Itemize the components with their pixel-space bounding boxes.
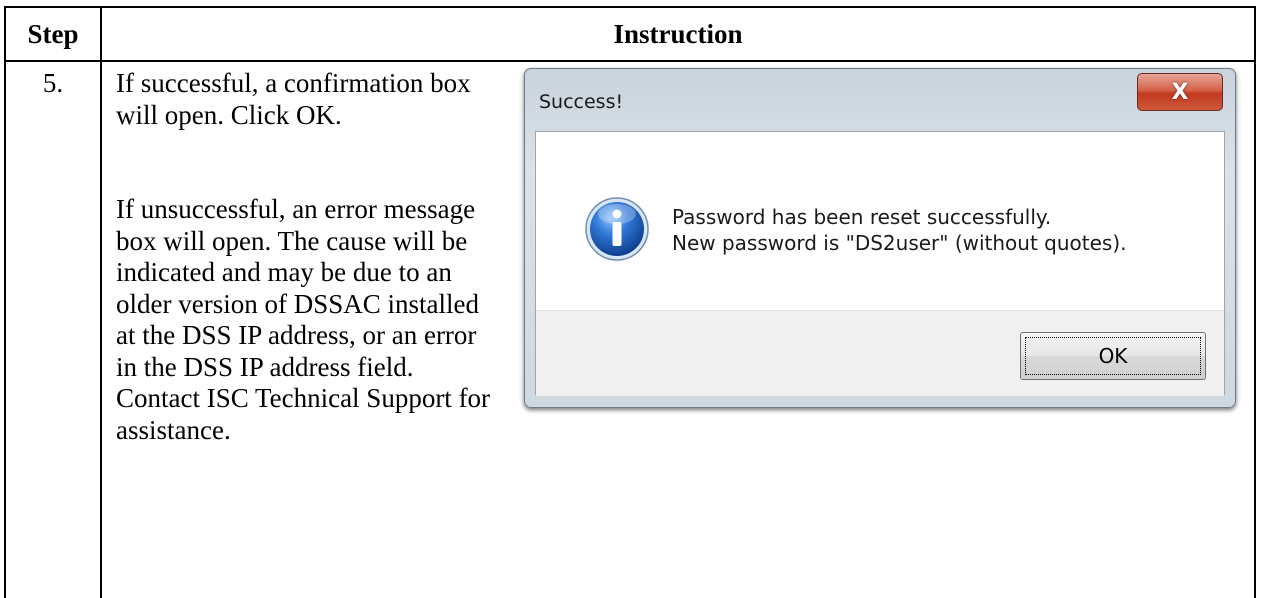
close-button[interactable]: X bbox=[1137, 73, 1223, 111]
dialog-title: Success! bbox=[539, 91, 624, 113]
message-area: Password has been reset successfully. Ne… bbox=[536, 132, 1224, 310]
message-line-2: New password is "DS2user" (without quote… bbox=[672, 231, 1127, 255]
close-icon: X bbox=[1171, 79, 1189, 105]
paragraph-success: If successful, a confirmation box will o… bbox=[116, 68, 471, 130]
message-line-1: Password has been reset successfully. bbox=[672, 205, 1052, 229]
step-number: 5. bbox=[4, 60, 102, 598]
success-dialog: Success! X Password has been reset succe… bbox=[524, 68, 1236, 408]
ok-button[interactable]: OK bbox=[1020, 332, 1206, 380]
header-step: Step bbox=[4, 6, 102, 62]
table-header-row: Step Instruction bbox=[4, 6, 1256, 62]
focus-ring bbox=[1025, 337, 1201, 375]
button-area: OK bbox=[536, 310, 1224, 396]
message-text: Password has been reset successfully. Ne… bbox=[672, 204, 1127, 256]
table-row: 5. If successful, a confirmation box wil… bbox=[4, 60, 1256, 598]
paragraph-failure: If unsuccessful, an error message box wi… bbox=[116, 194, 491, 445]
instruction-text: If successful, a confirmation box will o… bbox=[116, 68, 502, 446]
instruction-cell: If successful, a confirmation box will o… bbox=[100, 60, 1256, 598]
header-instruction: Instruction bbox=[100, 6, 1256, 62]
dialog-client-area: Password has been reset successfully. Ne… bbox=[535, 131, 1225, 396]
instruction-table: Step Instruction 5. If successful, a con… bbox=[4, 6, 1256, 598]
info-icon bbox=[585, 197, 649, 261]
